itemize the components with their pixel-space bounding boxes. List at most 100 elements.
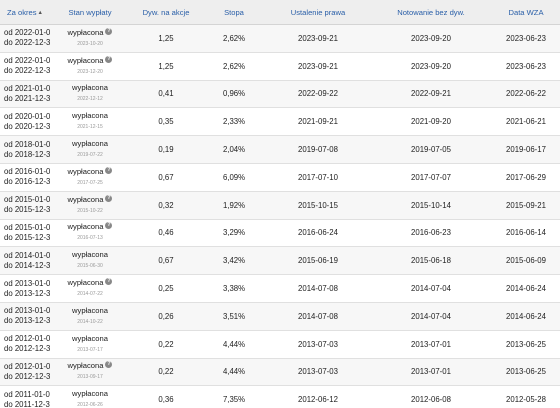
table-row: od 2022-01-01 do 2022-12-31 wypłacona? 2023… (0, 52, 560, 81)
ex-dividend-date: 2017-07-07 (370, 163, 492, 192)
dividend-per-share: 0,32 (130, 191, 202, 220)
help-icon[interactable]: ? (105, 27, 113, 35)
dividend-table: Za okres▲ Stan wypłaty Dyw. na akcje Sto… (0, 0, 560, 408)
payout-status: wypłacona (67, 361, 104, 371)
dividend-yield: 1,92% (202, 191, 266, 220)
column-header-label: Stan wypłaty (68, 7, 112, 17)
help-icon[interactable]: ? (105, 194, 113, 202)
dividend-per-share: 0,36 (130, 385, 202, 408)
column-header-ex-date[interactable]: Notowanie bez dyw. (370, 0, 492, 25)
payout-status: wypłacona (72, 333, 108, 343)
period-cell: od 2013-01-01 do 2013-12-31 (0, 274, 50, 303)
column-header-record-date[interactable]: Ustalenie prawa (266, 0, 370, 25)
column-header-label: Data WZA (508, 7, 544, 17)
period-from: od 2020-01-01 (4, 111, 50, 121)
ex-dividend-date: 2015-10-14 (370, 191, 492, 220)
dividend-per-share: 0,22 (130, 358, 202, 387)
period-to: do 2022-12-31 (4, 66, 50, 76)
dividend-yield: 0,96% (202, 80, 266, 109)
period-from: od 2022-01-01 (4, 28, 50, 38)
payout-status: wypłacona (72, 250, 108, 260)
record-date: 2013-07-03 (266, 358, 370, 387)
help-icon[interactable]: ? (105, 166, 113, 174)
record-date: 2023-09-21 (266, 24, 370, 53)
agm-date: 2021-06-21 (492, 107, 560, 137)
ex-dividend-date: 2016-06-23 (370, 219, 492, 248)
dividend-per-share: 0,26 (130, 302, 202, 331)
dividend-yield: 2,62% (202, 24, 266, 53)
table-row: od 2013-01-01 do 2013-12-31 wypłacona? 2014… (0, 274, 560, 303)
dividend-per-share: 1,25 (130, 24, 202, 53)
record-date: 2022-09-22 (266, 80, 370, 109)
period-from: od 2012-01-01 (4, 361, 50, 371)
period-cell: od 2015-01-01 do 2015-12-31 (0, 191, 50, 220)
ex-dividend-date: 2013-07-01 (370, 330, 492, 359)
period-cell: od 2012-01-01 do 2012-12-31 (0, 358, 50, 387)
table-row: od 2013-01-01 do 2013-12-31 wypłacona 2014-… (0, 302, 560, 331)
period-from: od 2015-01-01 (4, 195, 50, 205)
period-cell: od 2018-01-01 do 2018-12-31 (0, 135, 50, 164)
agm-date: 2015-09-21 (492, 191, 560, 220)
agm-date: 2014-06-24 (492, 274, 560, 303)
dividend-yield: 2,62% (202, 52, 266, 81)
status-cell: wypłacona 2013-07-17 (50, 330, 130, 359)
status-cell: wypłacona? 2013-09-17 (50, 358, 130, 387)
dividend-yield: 3,29% (202, 219, 266, 248)
column-header-label: Ustalenie prawa (290, 7, 346, 17)
record-date: 2012-06-12 (266, 385, 370, 408)
period-from: od 2012-01-01 (4, 334, 50, 344)
period-from: od 2011-01-01 (4, 389, 50, 399)
agm-date: 2012-05-28 (492, 385, 560, 408)
help-icon[interactable]: ? (105, 278, 113, 286)
period-from: od 2021-01-01 (4, 83, 50, 93)
ex-dividend-date: 2012-06-08 (370, 385, 492, 408)
table-row: od 2014-01-01 do 2014-12-31 wypłacona 2015-… (0, 246, 560, 276)
column-header-agm-date[interactable]: Data WZA (492, 0, 560, 25)
period-cell: od 2015-01-01 do 2015-12-31 (0, 219, 50, 248)
dividend-per-share: 0,35 (130, 107, 202, 137)
agm-date: 2023-06-23 (492, 52, 560, 81)
record-date: 2021-09-21 (266, 107, 370, 137)
record-date: 2015-10-15 (266, 191, 370, 220)
record-date: 2014-07-08 (266, 302, 370, 331)
table-row: od 2016-01-01 do 2016-12-31 wypłacona? 2017… (0, 163, 560, 192)
column-header-dividend[interactable]: Dyw. na akcje (130, 0, 202, 25)
payout-date: 2013-09-17 (77, 374, 103, 381)
period-cell: od 2020-01-01 do 2020-12-31 (0, 107, 50, 137)
payout-date: 2019-07-22 (77, 152, 103, 159)
status-cell: wypłacona 2012-06-26 (50, 385, 130, 408)
payout-date: 2022-12-12 (77, 96, 103, 103)
period-to: do 2014-12-31 (4, 260, 50, 270)
period-cell: od 2014-01-01 do 2014-12-31 (0, 246, 50, 276)
help-icon[interactable]: ? (105, 222, 113, 230)
payout-status: wypłacona (67, 166, 104, 176)
column-header-status[interactable]: Stan wypłaty (50, 0, 130, 25)
status-cell: wypłacona 2014-10-22 (50, 302, 130, 331)
help-icon[interactable]: ? (105, 361, 113, 369)
table-header: Za okres▲ Stan wypłaty Dyw. na akcje Sto… (0, 0, 560, 25)
column-header-period[interactable]: Za okres▲ (0, 0, 50, 25)
agm-date: 2013-06-25 (492, 358, 560, 387)
dividend-history-panel: Za okres▲ Stan wypłaty Dyw. na akcje Sto… (0, 0, 560, 408)
record-date: 2017-07-10 (266, 163, 370, 192)
payout-date: 2023-10-20 (77, 40, 103, 47)
record-date: 2019-07-08 (266, 135, 370, 164)
period-to: do 2018-12-31 (4, 149, 50, 159)
ex-dividend-date: 2021-09-20 (370, 107, 492, 137)
column-header-yield[interactable]: Stopa (202, 0, 266, 25)
period-to: do 2012-12-31 (4, 371, 50, 381)
period-from: od 2016-01-01 (4, 167, 50, 177)
period-cell: od 2022-01-01 do 2022-12-31 (0, 52, 50, 81)
dividend-yield: 2,33% (202, 107, 266, 137)
record-date: 2015-06-19 (266, 246, 370, 276)
table-row: od 2015-01-01 do 2015-12-31 wypłacona? 2015… (0, 191, 560, 220)
record-date: 2016-06-24 (266, 219, 370, 248)
dividend-per-share: 0,67 (130, 246, 202, 276)
dividend-yield: 7,35% (202, 385, 266, 408)
payout-date: 2015-06-30 (77, 263, 103, 270)
agm-date: 2015-06-09 (492, 246, 560, 276)
payout-status: wypłacona (72, 83, 108, 93)
dividend-per-share: 0,46 (130, 219, 202, 248)
help-icon[interactable]: ? (105, 55, 113, 63)
payout-date: 2014-07-22 (77, 291, 103, 298)
